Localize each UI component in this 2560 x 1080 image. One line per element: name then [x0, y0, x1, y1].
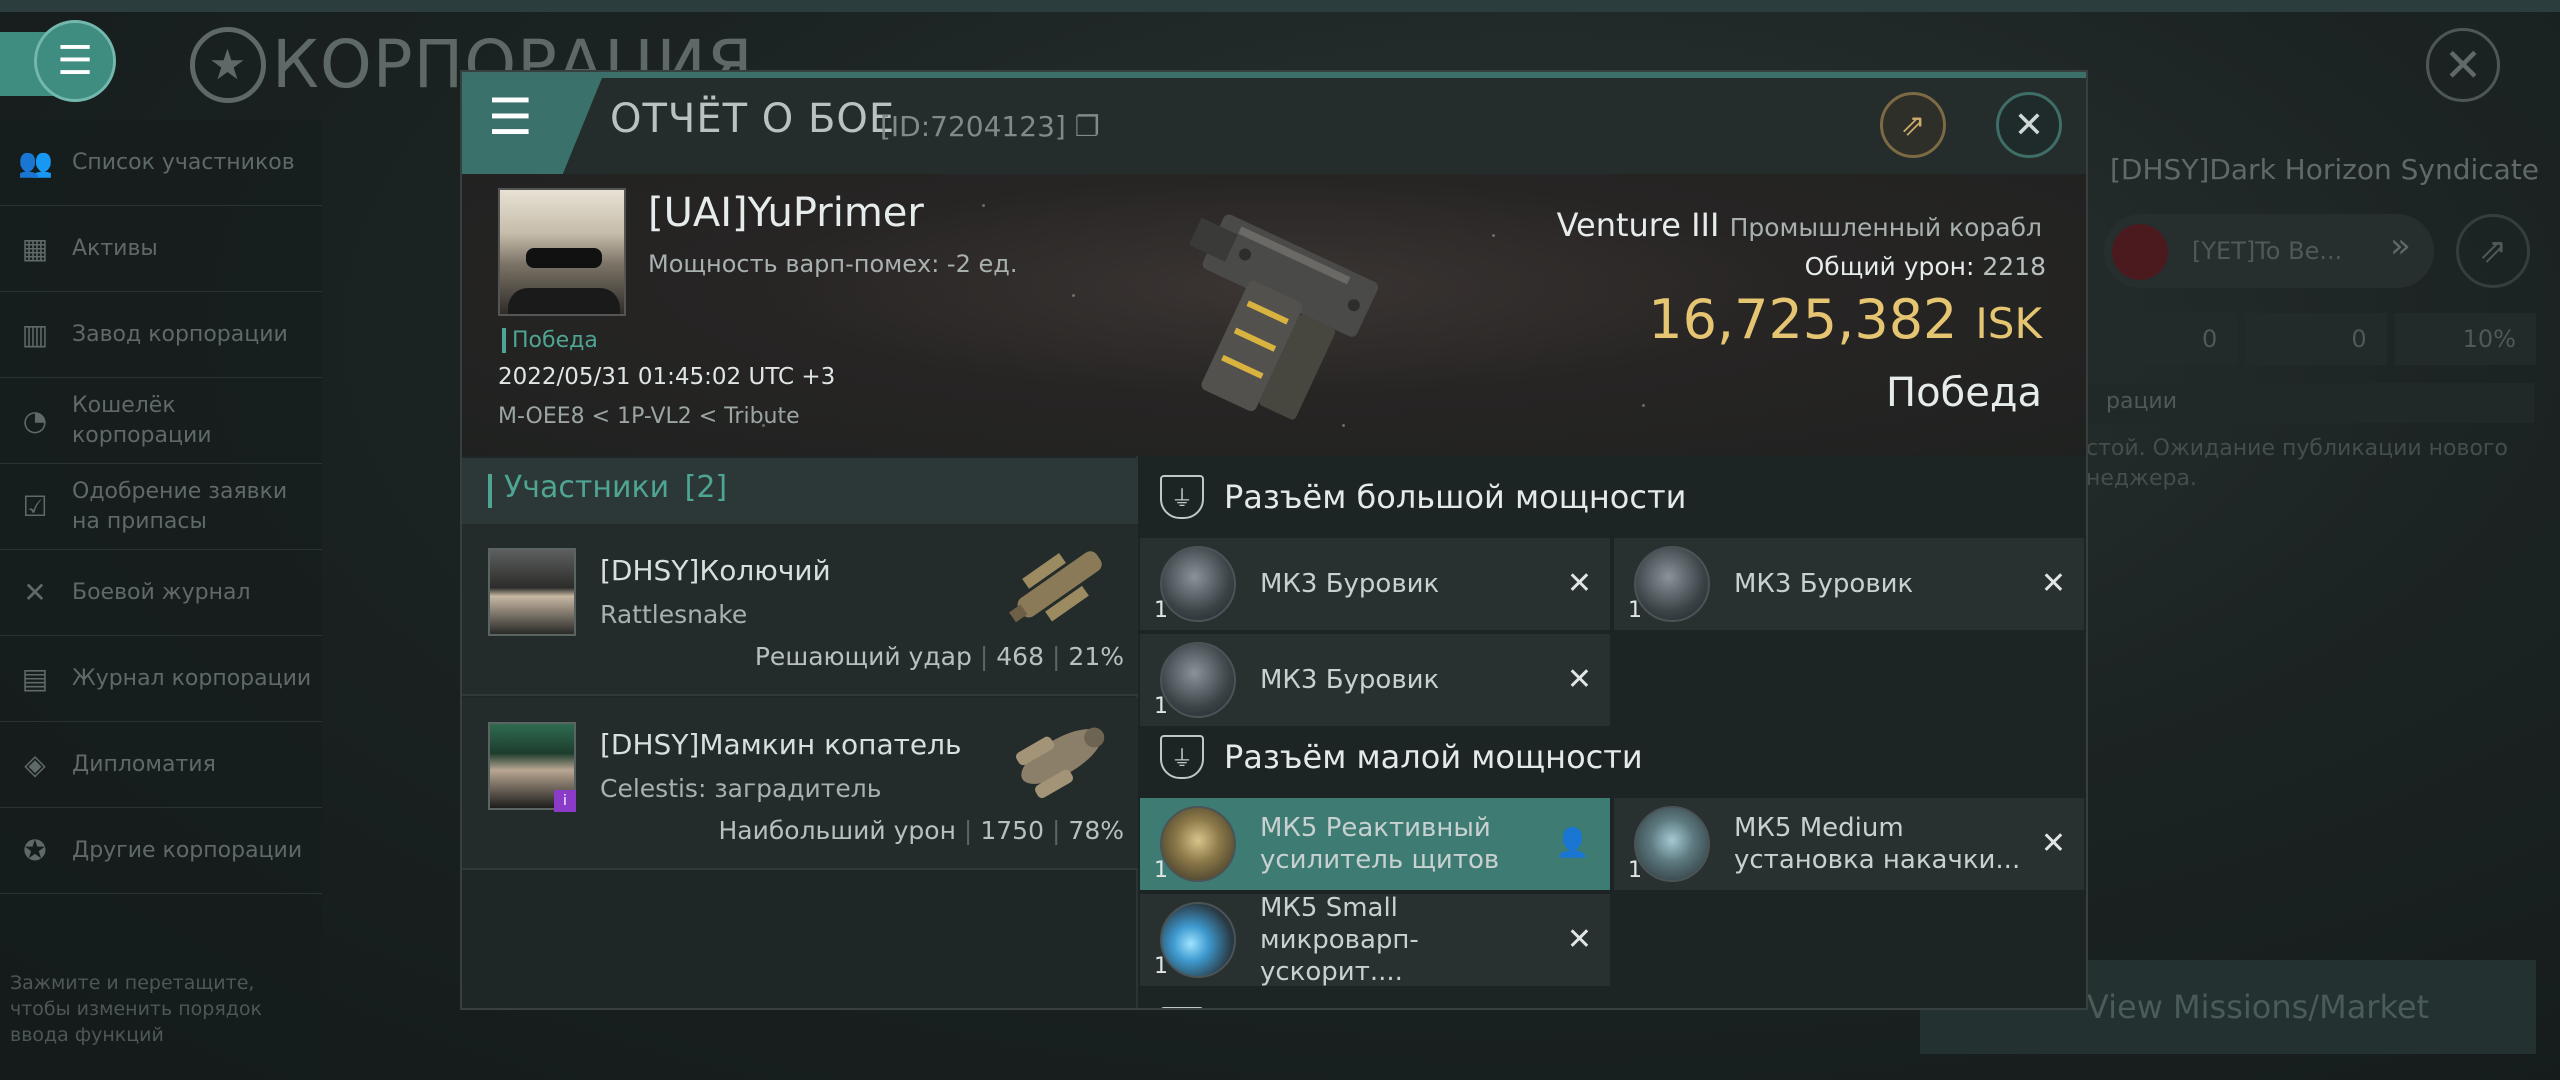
sidebar-item-members[interactable]: 👥 Список участников: [0, 120, 322, 206]
participant-ship: Rattlesnake: [600, 600, 748, 629]
high-slot-icon: ⏚: [1160, 475, 1204, 519]
module-item[interactable]: 1 МК5 Small микроварп-ускорит.... ✕: [1140, 893, 1610, 987]
next-slot-header: ⏚: [1140, 988, 2086, 1008]
participant-ship-image: [1016, 727, 1105, 799]
participant-ship: Celestis: заградитель: [600, 774, 882, 803]
destroyed-icon: ✕: [1566, 566, 1592, 601]
corp-description: стой. Ожидание публикации нового неджера…: [2086, 436, 2508, 491]
star-icon: ★: [190, 26, 266, 103]
mining-laser-icon: [1634, 546, 1710, 622]
module-item[interactable]: 1 МК5 Medium установка накачки... ✕: [1614, 798, 2084, 890]
module-item[interactable]: 1 МК3 Буровик ✕: [1140, 538, 1610, 630]
microwarpdrive-icon: [1160, 902, 1236, 978]
modal-title: ОТЧЁТ О БОЕ: [610, 96, 896, 142]
destroyed-icon: ✕: [1566, 662, 1592, 697]
stat-value: 0: [2245, 313, 2387, 365]
stat-value: 0: [2096, 313, 2238, 365]
participants-panel: Участники [2] [DHSY]Колючий Rattlesnake …: [462, 456, 1138, 1008]
shield-extender-icon: [1634, 806, 1710, 882]
warp-disruption: Мощность варп-помех: -2 ед.: [648, 250, 1018, 278]
victim-hero: [UAI]YuPrimer Мощность варп-помех: -2 ед…: [462, 174, 2086, 456]
victim-avatar[interactable]: [498, 188, 626, 316]
high-slot-header: ⏚ Разъём большой мощности: [1140, 456, 2086, 538]
sidebar-hint: Зажмите и перетащите, чтобы изменить пор…: [10, 972, 263, 1046]
close-icon[interactable]: ✕: [2426, 28, 2500, 102]
section-label: рации: [2086, 383, 2534, 423]
journal-icon: ▤: [21, 661, 49, 695]
participant-name[interactable]: [DHSY]Мамкин копатель: [600, 728, 962, 761]
total-damage: Общий урон: 2218: [1804, 252, 2046, 281]
corp-name: [DHSY]Dark Horizon Syndicate: [2110, 153, 2540, 186]
crossed-swords-icon: ✕: [23, 575, 47, 609]
module-item[interactable]: 1 МК5 Реактивный усилитель щитов 👤: [1140, 798, 1610, 890]
sidebar-item-supply-approval[interactable]: ☑ Одобрение заявки на припасы: [0, 464, 322, 550]
main-menu-button[interactable]: ☰: [34, 20, 116, 102]
sidebar-item-wallet[interactable]: ◔ Кошелёк корпорации: [0, 378, 322, 464]
participant-stat: Решающий удар | 468 | 21%: [754, 642, 1124, 671]
copy-icon[interactable]: ❐: [1075, 110, 1100, 143]
battle-report-modal: ☰ ОТЧЁТ О БОЕ [ID:7204123] ❐ ⇗ ✕ [UAI]Yu…: [460, 70, 2088, 1010]
mining-laser-icon: [1160, 642, 1236, 718]
close-icon: ✕: [2013, 104, 2045, 146]
sidebar-item-diplomacy[interactable]: ◈ Дипломатия: [0, 722, 322, 808]
participant-stat: Наибольший урон | 1750 | 78%: [718, 816, 1125, 845]
ship-info: Venture III Промышленный корабл: [1556, 206, 2042, 244]
info-badge-icon: i: [554, 790, 576, 812]
star-icon: ✪: [23, 833, 47, 867]
sidebar-item-corp-journal[interactable]: ▤ Журнал корпорации: [0, 636, 322, 722]
victim-ship-image[interactable]: [1128, 184, 1428, 444]
share-icon: ⇗: [1900, 107, 1926, 143]
participant-card[interactable]: i [DHSY]Мамкин копатель Celestis: заград…: [462, 698, 1138, 870]
shield-booster-icon: [1160, 806, 1236, 882]
kill-date: 2022/05/31 01:45:02 UTC +3: [498, 364, 836, 390]
sidebar-item-factory[interactable]: ▥ Завод корпорации: [0, 292, 322, 378]
wallet-icon: ◔: [22, 403, 48, 437]
corp-stats: 0 0 10%: [2096, 313, 2536, 365]
victim-name[interactable]: [UAI]YuPrimer: [648, 190, 924, 236]
sidebar-item-combat-log[interactable]: ✕ Боевой журнал: [0, 550, 322, 636]
victory-tag: Победа: [502, 328, 598, 353]
handshake-icon: ◈: [24, 747, 46, 781]
isk-value: 16,725,382 ISK: [1648, 288, 2042, 351]
slot-icon: ⏚: [1160, 1007, 1204, 1008]
hamburger-icon: ☰: [488, 88, 533, 146]
stat-value: 10%: [2394, 313, 2536, 365]
sidebar: 👥 Список участников ▦ Активы ▥ Завод корпор…: [0, 120, 322, 1080]
fitting-panel: ⏚ Разъём большой мощности 1 МК3 Буровик …: [1140, 456, 2086, 1008]
people-icon: 👥: [18, 145, 53, 179]
boxes-icon: ▦: [21, 231, 49, 265]
chevron-right-icon: »: [2390, 226, 2411, 266]
module-item[interactable]: 1 МК3 Буровик ✕: [1140, 634, 1610, 726]
top-bar: [0, 0, 2560, 12]
factory-icon: ▥: [21, 317, 49, 351]
destroyed-icon: ✕: [2040, 566, 2066, 601]
share-button[interactable]: ⇗: [1880, 92, 1946, 158]
report-id[interactable]: [ID:7204123] ❐: [880, 110, 1100, 143]
approval-icon: ☑: [22, 489, 48, 523]
hamburger-icon: ☰: [57, 38, 93, 84]
participants-header: Участники [2]: [462, 458, 1138, 524]
low-slot-icon: ⏚: [1160, 735, 1204, 779]
mining-laser-icon: [1160, 546, 1236, 622]
close-button[interactable]: ✕: [1996, 92, 2062, 158]
destroyed-icon: ✕: [1566, 922, 1592, 957]
participant-name[interactable]: [DHSY]Колючий: [600, 554, 831, 587]
person-icon: 👤: [1555, 826, 1590, 859]
battle-result: Победа: [1886, 370, 2042, 416]
external-link-icon[interactable]: ⇗: [2456, 214, 2530, 288]
low-slot-header: ⏚ Разъём малой мощности: [1140, 716, 2086, 798]
sidebar-item-other-corps[interactable]: ✪ Другие корпорации: [0, 808, 322, 894]
destroyed-icon: ✕: [2040, 826, 2066, 861]
participant-card[interactable]: [DHSY]Колючий Rattlesnake Решающий удар |…: [462, 524, 1138, 696]
sidebar-item-assets[interactable]: ▦ Активы: [0, 206, 322, 292]
alliance-logo: [2112, 224, 2168, 280]
module-item[interactable]: 1 МК3 Буровик ✕: [1614, 538, 2084, 630]
kill-location: M-OEE8 < 1P-VL2 < Tribute: [498, 404, 800, 429]
participant-ship-image: [1009, 551, 1102, 623]
participant-avatar[interactable]: [488, 548, 576, 636]
